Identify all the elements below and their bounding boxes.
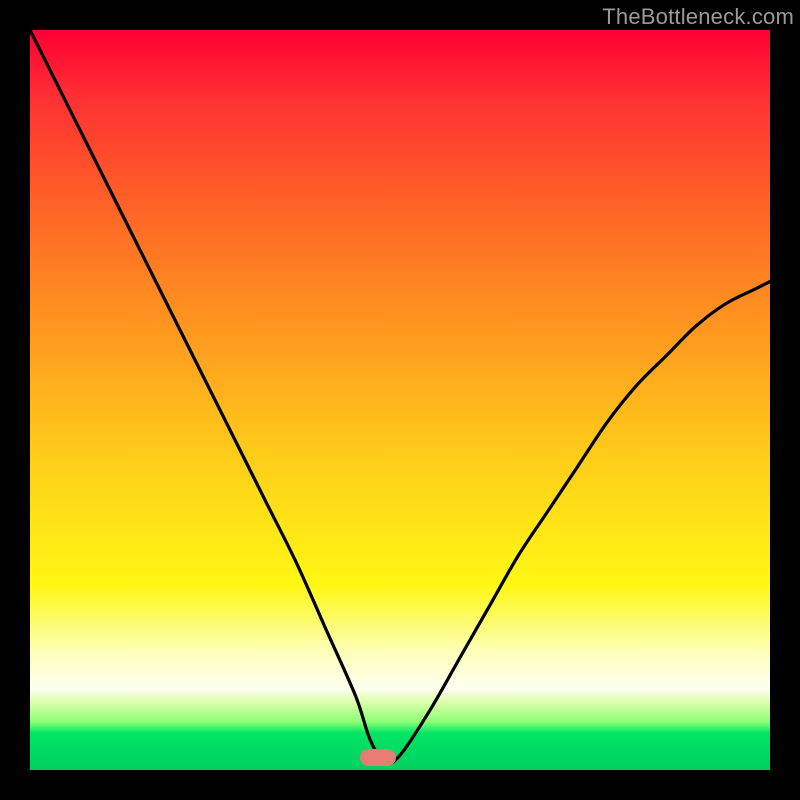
optimal-marker [360,749,396,766]
bottleneck-curve [30,30,770,770]
chart-stage: TheBottleneck.com [0,0,800,800]
watermark-label: TheBottleneck.com [602,4,794,30]
plot-area [30,30,770,770]
curve-path [30,30,770,764]
